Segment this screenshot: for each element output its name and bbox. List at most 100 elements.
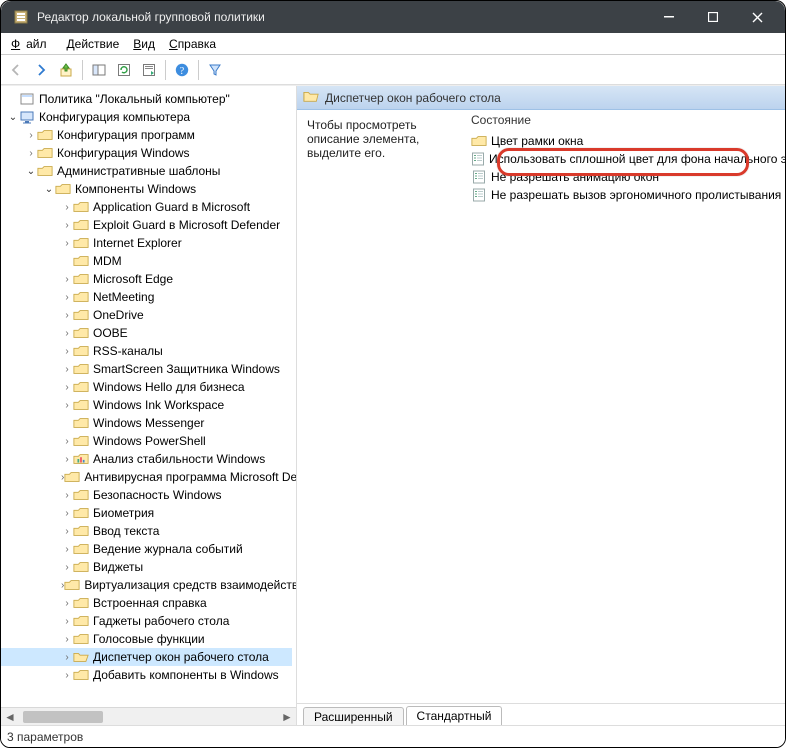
chevron-right-icon[interactable]: › (61, 562, 73, 573)
tree-node[interactable]: ⌄Компоненты Windows (1, 180, 292, 198)
tree-node[interactable]: ›Application Guard в Microsoft (1, 198, 292, 216)
chevron-right-icon[interactable]: › (61, 382, 73, 393)
tree-node[interactable]: ›Безопасность Windows (1, 486, 292, 504)
tree-node[interactable]: ⌄Административные шаблоны (1, 162, 292, 180)
tree-node[interactable]: ›Windows Messenger (1, 414, 292, 432)
tree-node[interactable]: ›Ведение журнала событий (1, 540, 292, 558)
policy-tree[interactable]: ›Политика "Локальный компьютер" ⌄ Конфигур… (1, 90, 296, 706)
chevron-right-icon[interactable]: › (61, 238, 73, 249)
show-hide-button[interactable] (88, 59, 110, 81)
setting-item-label: Использовать сплошной цвет для фона нача… (489, 152, 785, 166)
chevron-down-icon[interactable]: ⌄ (25, 166, 37, 177)
chevron-right-icon[interactable]: › (61, 634, 73, 645)
folder-icon (73, 326, 89, 340)
tree-node[interactable]: ›Microsoft Edge (1, 270, 292, 288)
tree-node[interactable]: ›SmartScreen Защитника Windows (1, 360, 292, 378)
tree-node[interactable]: ›Windows Ink Workspace (1, 396, 292, 414)
folder-icon (73, 380, 89, 394)
tree-node-label: Конфигурация Windows (57, 146, 190, 160)
tree-node-label: Конфигурация компьютера (39, 110, 190, 124)
tree-node[interactable]: ›Ввод текста (1, 522, 292, 540)
chevron-right-icon[interactable]: › (61, 400, 73, 411)
tree-horizontal-scrollbar[interactable]: ◄ ► (1, 707, 296, 725)
chevron-down-icon[interactable]: ⌄ (43, 184, 55, 195)
tree-node[interactable]: ›Конфигурация программ (1, 126, 292, 144)
tree-node[interactable]: ›NetMeeting (1, 288, 292, 306)
chevron-right-icon[interactable]: › (61, 346, 73, 357)
maximize-button[interactable] (691, 1, 735, 33)
tree-node[interactable]: ›RSS-каналы (1, 342, 292, 360)
minimize-button[interactable] (647, 1, 691, 33)
chevron-right-icon[interactable]: › (61, 598, 73, 609)
tree-node[interactable]: ›Голосовые функции (1, 630, 292, 648)
tree-node[interactable]: ›Политика "Локальный компьютер" (1, 90, 292, 108)
tree-node[interactable]: ›Биометрия (1, 504, 292, 522)
menu-action[interactable]: Действие (61, 35, 126, 53)
folder-icon (73, 200, 89, 214)
setting-item[interactable]: Цвет рамки окна (467, 132, 785, 150)
menu-view[interactable]: Вид (127, 35, 161, 53)
setting-item[interactable]: Не разрешать анимацию окон (467, 168, 785, 186)
chevron-right-icon[interactable]: › (61, 652, 73, 663)
chevron-right-icon[interactable]: › (61, 490, 73, 501)
tree-node[interactable]: ›Internet Explorer (1, 234, 292, 252)
tree-node[interactable]: ›MDM (1, 252, 292, 270)
chevron-right-icon[interactable]: › (61, 310, 73, 321)
nav-forward-button[interactable] (30, 59, 52, 81)
tree-node[interactable]: ⌄ Конфигурация компьютера (1, 108, 292, 126)
chevron-down-icon[interactable]: ⌄ (7, 112, 19, 123)
menu-help[interactable]: Справка (163, 35, 222, 53)
tree-node[interactable]: ›Добавить компоненты в Windows (1, 666, 292, 684)
setting-item[interactable]: Использовать сплошной цвет для фона нача… (467, 150, 785, 168)
chevron-right-icon[interactable]: › (61, 292, 73, 303)
tree-node[interactable]: ›OOBE (1, 324, 292, 342)
export-button[interactable] (138, 59, 160, 81)
chevron-right-icon[interactable]: › (61, 202, 73, 213)
chevron-right-icon[interactable]: › (61, 670, 73, 681)
folder-icon (73, 362, 89, 376)
chevron-right-icon[interactable]: › (61, 436, 73, 447)
help-button[interactable]: ? (171, 59, 193, 81)
close-button[interactable] (735, 1, 779, 33)
tree-node[interactable]: ›Exploit Guard в Microsoft Defender (1, 216, 292, 234)
tree-pane[interactable]: ›Политика "Локальный компьютер" ⌄ Конфигур… (1, 86, 297, 725)
tree-node[interactable]: ›Windows PowerShell (1, 432, 292, 450)
chevron-right-icon[interactable]: › (61, 328, 73, 339)
tab-standard[interactable]: Стандартный (406, 706, 503, 725)
folder-icon (73, 560, 89, 574)
list-column-header[interactable]: Состояние (467, 110, 785, 130)
chevron-right-icon[interactable]: › (61, 508, 73, 519)
settings-list[interactable]: Цвет рамки окна Использовать сплошной цве… (467, 130, 785, 703)
chevron-right-icon[interactable]: › (61, 454, 73, 465)
filter-button[interactable] (204, 59, 226, 81)
tree-node[interactable]: ›Гаджеты рабочего стола (1, 612, 292, 630)
menu-file[interactable]: Файл (5, 35, 59, 53)
chevron-right-icon[interactable]: › (25, 148, 37, 159)
scroll-thumb[interactable] (23, 711, 103, 723)
folder-icon (73, 542, 89, 556)
tree-node[interactable]: ›Встроенная справка (1, 594, 292, 612)
tree-node[interactable]: ›OneDrive (1, 306, 292, 324)
scroll-left-icon[interactable]: ◄ (1, 708, 19, 725)
chevron-right-icon[interactable]: › (61, 364, 73, 375)
refresh-button[interactable] (113, 59, 135, 81)
tree-node[interactable]: ›Виджеты (1, 558, 292, 576)
tree-node[interactable]: ›Антивирусная программа Microsoft Defend… (1, 468, 292, 486)
nav-up-button[interactable] (55, 59, 77, 81)
folder-icon (73, 524, 89, 538)
chevron-right-icon[interactable]: › (25, 130, 37, 141)
nav-back-button[interactable] (5, 59, 27, 81)
tree-node[interactable]: ›Диспетчер окон рабочего стола (1, 648, 292, 666)
chevron-right-icon[interactable]: › (61, 616, 73, 627)
setting-item[interactable]: Не разрешать вызов эргономичного пролист… (467, 186, 785, 204)
tree-node[interactable]: › Конфигурация Windows (1, 144, 292, 162)
chevron-right-icon[interactable]: › (61, 544, 73, 555)
tree-node[interactable]: ›Windows Hello для бизнеса (1, 378, 292, 396)
tree-node[interactable]: ›Виртуализация средств взаимодействия (1, 576, 292, 594)
tree-node[interactable]: ›Анализ стабильности Windows (1, 450, 292, 468)
scroll-right-icon[interactable]: ► (278, 708, 296, 725)
tab-extended[interactable]: Расширенный (303, 707, 404, 725)
chevron-right-icon[interactable]: › (61, 274, 73, 285)
chevron-right-icon[interactable]: › (61, 220, 73, 231)
chevron-right-icon[interactable]: › (61, 526, 73, 537)
